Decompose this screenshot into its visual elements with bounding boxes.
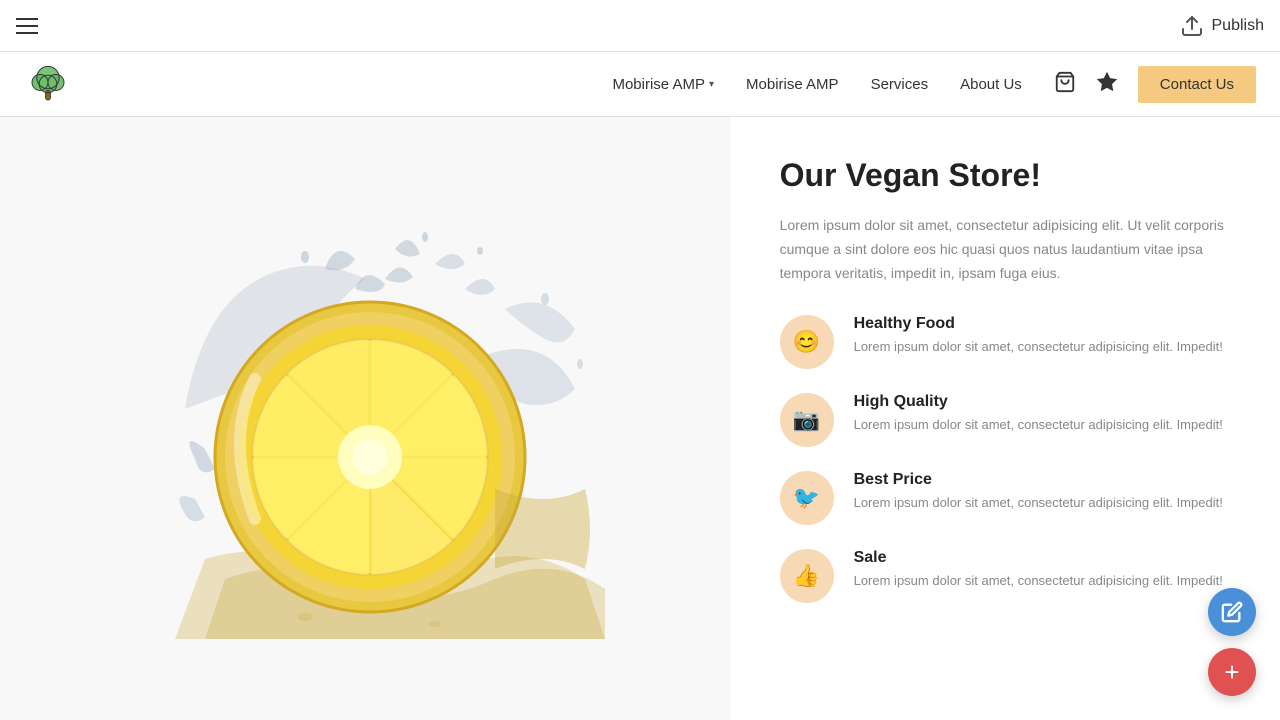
feature-desc-sale: Lorem ipsum dolor sit amet, consectetur … [854,571,1240,592]
feature-item-high-quality: 📷 High Quality Lorem ipsum dolor sit ame… [780,393,1240,447]
publish-button[interactable]: Publish [1180,14,1264,38]
hamburger-icon[interactable] [16,18,38,34]
hero-image-section [0,117,730,720]
fab-edit-button[interactable] [1208,588,1256,636]
navbar-links: Mobirise AMP ▾ Mobirise AMP Services Abo… [612,76,1021,93]
feature-title-healthy-food: Healthy Food [854,315,1240,333]
navbar-logo[interactable] [24,60,72,108]
feature-desc-healthy-food: Lorem ipsum dolor sit amet, consectetur … [854,337,1240,358]
feature-desc-high-quality: Lorem ipsum dolor sit amet, consectetur … [854,415,1240,436]
toolbar-right: Publish [1148,14,1264,38]
main-content: Our Vegan Store! Lorem ipsum dolor sit a… [0,117,1280,720]
nav-link-about[interactable]: About Us [960,76,1022,93]
feature-title-best-price: Best Price [854,471,1240,489]
feature-text-sale: Sale Lorem ipsum dolor sit amet, consect… [854,549,1240,592]
feature-desc-best-price: Lorem ipsum dolor sit amet, consectetur … [854,493,1240,514]
feature-title-high-quality: High Quality [854,393,1240,411]
navbar: Mobirise AMP ▾ Mobirise AMP Services Abo… [0,52,1280,117]
fab-add-button[interactable]: + [1208,648,1256,696]
feature-icon-best-price: 🐦 [780,471,834,525]
feature-icon-healthy-food: 😊 [780,315,834,369]
feature-item-sale: 👍 Sale Lorem ipsum dolor sit amet, conse… [780,549,1240,603]
feature-text-best-price: Best Price Lorem ipsum dolor sit amet, c… [854,471,1240,514]
feature-text-high-quality: High Quality Lorem ipsum dolor sit amet,… [854,393,1240,436]
section-description: Lorem ipsum dolor sit amet, consectetur … [780,214,1240,285]
section-title: Our Vegan Store! [780,157,1240,194]
cart-icon[interactable] [1054,71,1076,98]
navbar-icons [1054,71,1118,98]
feature-list: 😊 Healthy Food Lorem ipsum dolor sit ame… [780,315,1240,603]
nav-link-mobirise2[interactable]: Mobirise AMP [746,76,839,93]
contact-button[interactable]: Contact Us [1138,66,1256,103]
chevron-down-icon: ▾ [709,79,714,90]
feature-icon-sale: 👍 [780,549,834,603]
toolbar: Publish [0,0,1280,52]
toolbar-left [16,18,38,34]
feature-item-best-price: 🐦 Best Price Lorem ipsum dolor sit amet,… [780,471,1240,525]
feature-item-healthy-food: 😊 Healthy Food Lorem ipsum dolor sit ame… [780,315,1240,369]
star-icon[interactable] [1096,71,1118,98]
feature-title-sale: Sale [854,549,1240,567]
nav-link-mobirise1[interactable]: Mobirise AMP ▾ [612,76,714,93]
feature-text-healthy-food: Healthy Food Lorem ipsum dolor sit amet,… [854,315,1240,358]
publish-label: Publish [1212,17,1264,35]
nav-link-services[interactable]: Services [871,76,929,93]
content-section: Our Vegan Store! Lorem ipsum dolor sit a… [730,117,1280,720]
feature-icon-high-quality: 📷 [780,393,834,447]
fab-container: + [1208,588,1256,696]
lemon-splash-image [125,209,605,629]
